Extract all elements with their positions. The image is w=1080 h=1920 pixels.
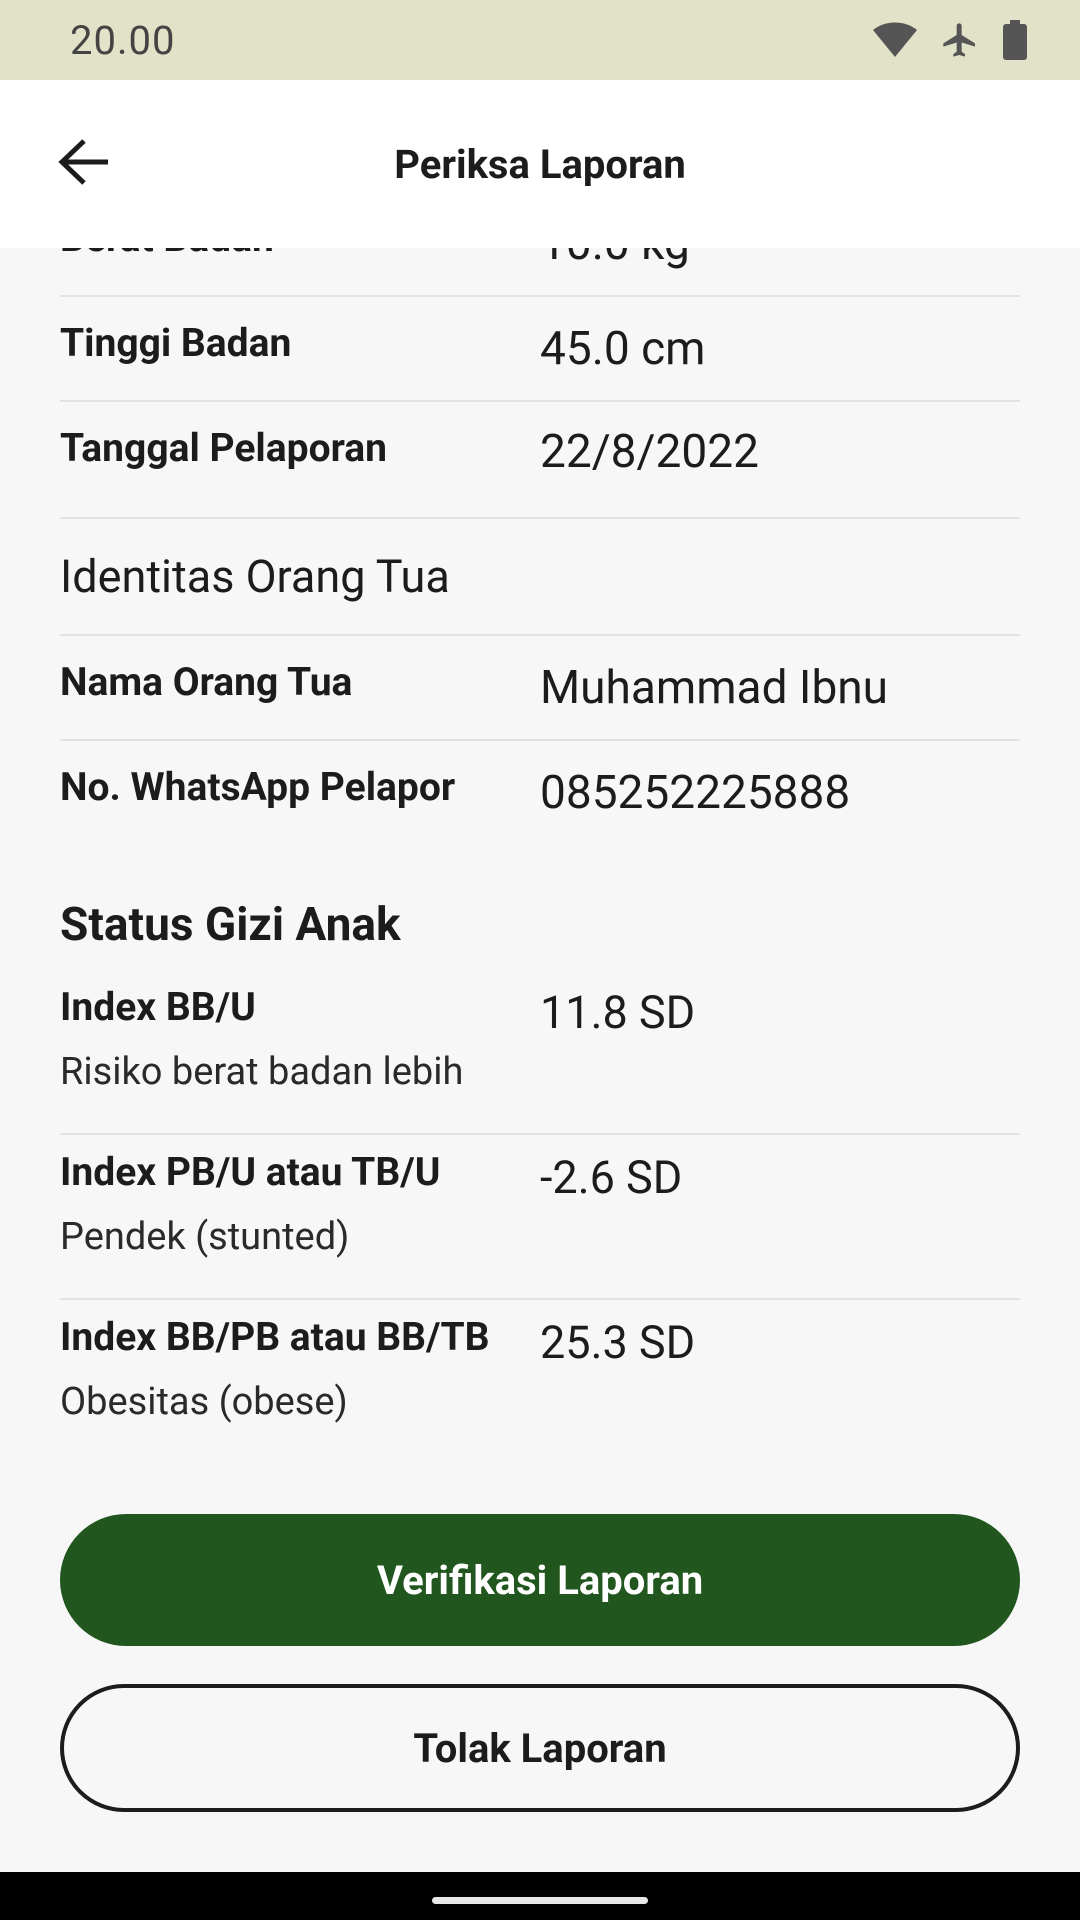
page-title: Periksa Laporan bbox=[394, 140, 686, 188]
index-row-bb-pb: Index BB/PB atau BB/TB Obesitas (obese) … bbox=[60, 1300, 1020, 1465]
detail-row-parent-name: Nama Orang Tua Muhammad Ibnu bbox=[60, 636, 1020, 741]
index-value: 11.8 SD bbox=[540, 986, 696, 1039]
report-details: Berat Badan 10.0 kg Tinggi Badan 45.0 cm… bbox=[60, 248, 1020, 1465]
index-info: Index BB/U Risiko berat badan lebih bbox=[60, 984, 540, 1094]
detail-row-whatsapp: No. WhatsApp Pelapor 085252225888 bbox=[60, 741, 1020, 846]
index-row-bb-u: Index BB/U Risiko berat badan lebih 11.8… bbox=[60, 970, 1020, 1135]
battery-icon bbox=[1002, 20, 1028, 60]
detail-value: 45.0 cm bbox=[540, 322, 706, 376]
index-description: Pendek (stunted) bbox=[60, 1215, 350, 1259]
nutrition-section-title: Status Gizi Anak bbox=[60, 898, 401, 952]
wifi-icon bbox=[872, 21, 918, 59]
status-time: 20.00 bbox=[70, 16, 176, 64]
detail-value: 10.0 kg bbox=[540, 248, 690, 271]
index-label: Index BB/PB atau BB/TB bbox=[60, 1314, 490, 1360]
detail-value: Muhammad Ibnu bbox=[540, 661, 889, 715]
index-info: Index BB/PB atau BB/TB Obesitas (obese) bbox=[60, 1314, 540, 1424]
home-gesture-handle[interactable] bbox=[432, 1897, 648, 1904]
system-nav-bar bbox=[0, 1872, 1080, 1920]
back-button[interactable] bbox=[52, 132, 116, 196]
index-value: 25.3 SD bbox=[540, 1316, 696, 1369]
detail-label: Berat Badan bbox=[60, 248, 540, 261]
airplane-icon bbox=[940, 20, 980, 60]
arrow-left-icon bbox=[58, 138, 110, 190]
detail-label: Nama Orang Tua bbox=[60, 659, 353, 705]
detail-row-report-date: Tanggal Pelaporan 22/8/2022 bbox=[60, 402, 1020, 519]
index-description: Risiko berat badan lebih bbox=[60, 1050, 464, 1094]
index-description: Obesitas (obese) bbox=[60, 1380, 348, 1424]
index-info: Index PB/U atau TB/U Pendek (stunted) bbox=[60, 1149, 540, 1259]
reject-report-button[interactable]: Tolak Laporan bbox=[60, 1684, 1020, 1812]
index-row-pb-u: Index PB/U atau TB/U Pendek (stunted) -2… bbox=[60, 1135, 1020, 1300]
detail-row-height: Tinggi Badan 45.0 cm bbox=[60, 297, 1020, 402]
detail-label: No. WhatsApp Pelapor bbox=[60, 764, 456, 810]
index-label: Index BB/U bbox=[60, 984, 256, 1030]
detail-label: Tinggi Badan bbox=[60, 320, 292, 366]
detail-value: 22/8/2022 bbox=[540, 425, 759, 479]
index-value: -2.6 SD bbox=[540, 1151, 683, 1204]
verify-report-button[interactable]: Verifikasi Laporan bbox=[60, 1514, 1020, 1646]
parent-section-title: Identitas Orang Tua bbox=[60, 519, 1020, 636]
status-bar: 20.00 bbox=[0, 0, 1080, 80]
app-bar: Periksa Laporan bbox=[0, 80, 1080, 248]
detail-row-weight: Berat Badan 10.0 kg bbox=[60, 248, 1020, 297]
index-label: Index PB/U atau TB/U bbox=[60, 1149, 441, 1195]
detail-value: 085252225888 bbox=[540, 766, 851, 820]
status-icons bbox=[872, 20, 1028, 60]
detail-label: Tanggal Pelaporan bbox=[60, 425, 387, 471]
